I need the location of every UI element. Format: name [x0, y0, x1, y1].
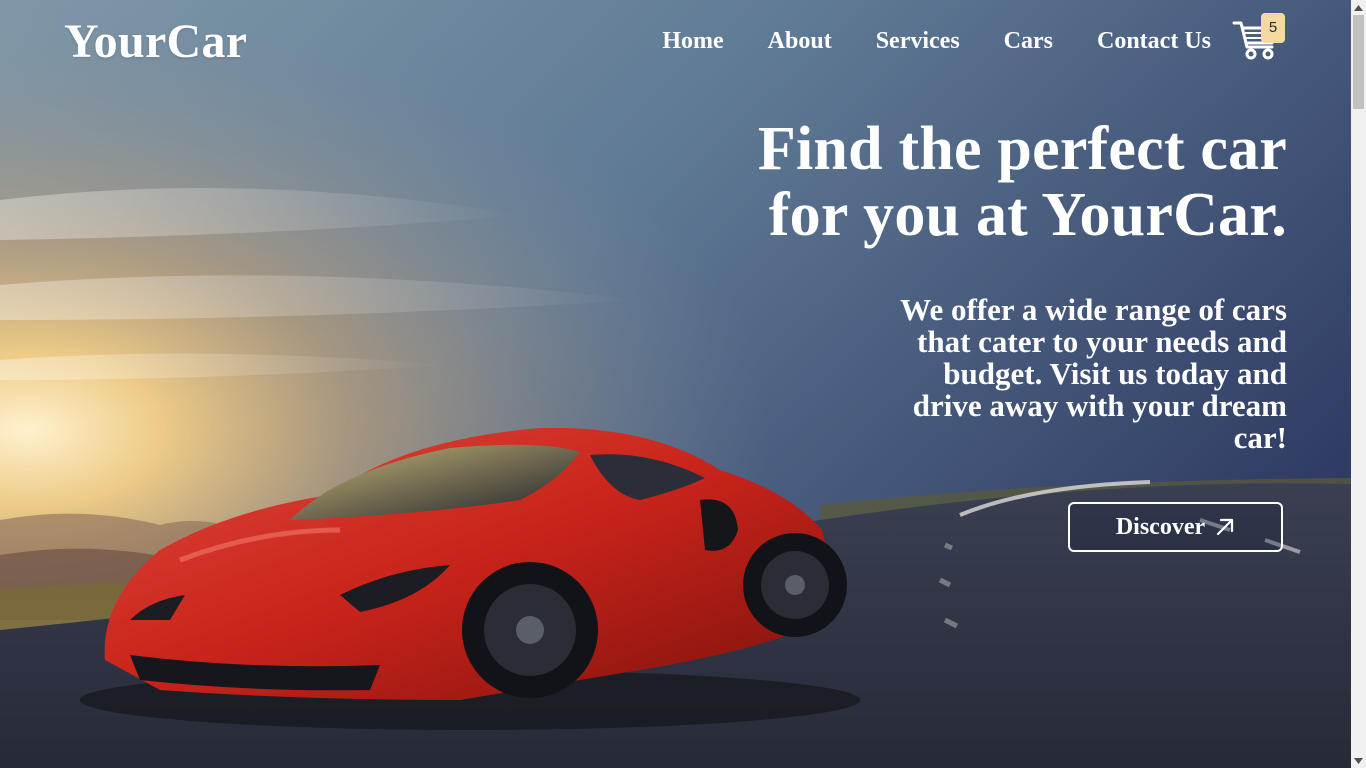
nav-link-services[interactable]: Services: [876, 26, 960, 56]
hero-subtext: We offer a wide range of cars that cater…: [900, 292, 1287, 455]
scroll-up-arrow-icon[interactable]: [1351, 0, 1366, 15]
arrow-up-right-icon: [1217, 518, 1234, 536]
discover-button-label: Discover: [1115, 513, 1206, 540]
hero-headline-line-2: for you at YourCar.: [768, 181, 1287, 249]
cart-count-badge: 5: [1261, 13, 1285, 43]
discover-button[interactable]: Discover: [1068, 502, 1283, 552]
site-logo[interactable]: YourCar: [64, 14, 247, 70]
nav-link-cars[interactable]: Cars: [1004, 26, 1053, 56]
nav-link-contact-us[interactable]: Contact Us: [1097, 26, 1211, 56]
hero-headline-line-1: Find the perfect car: [757, 115, 1287, 183]
nav-link-home[interactable]: Home: [662, 26, 723, 56]
scroll-down-arrow-icon[interactable]: [1351, 753, 1366, 768]
vertical-scrollbar[interactable]: [1351, 0, 1366, 768]
scrollbar-thumb[interactable]: [1353, 15, 1364, 109]
nav-link-about[interactable]: About: [768, 26, 832, 56]
main-nav: Home About Services Cars Contact Us: [662, 26, 1211, 56]
hero-headline: Find the perfect car for you at YourCar.: [667, 116, 1287, 248]
